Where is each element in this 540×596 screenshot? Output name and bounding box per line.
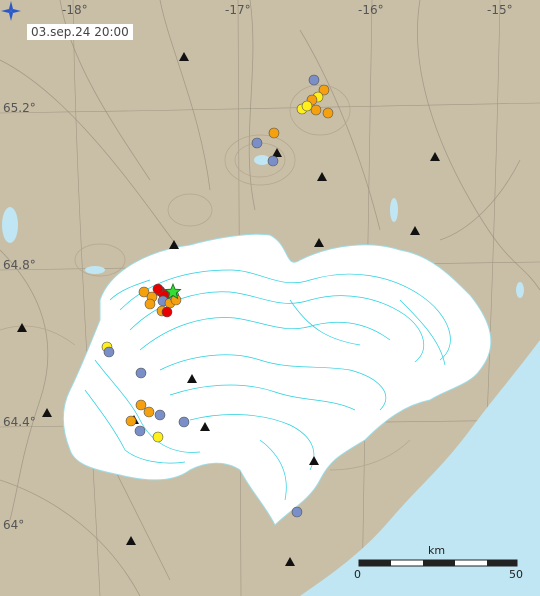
lat-label-64-8: 64.8° bbox=[3, 258, 36, 272]
earthquake-marker bbox=[251, 137, 263, 149]
timestamp: 03.sep.24 20:00 bbox=[27, 24, 133, 40]
earthquake-marker bbox=[103, 346, 115, 358]
earthquake-marker bbox=[161, 306, 173, 318]
earthquake-marker bbox=[154, 409, 166, 421]
lon-label-17: -17° bbox=[225, 3, 251, 17]
scale-bar bbox=[358, 559, 518, 567]
earthquake-marker bbox=[268, 127, 280, 139]
lat-label-64-4: 64.4° bbox=[3, 415, 36, 429]
earthquake-marker bbox=[125, 415, 137, 427]
lon-label-16: -16° bbox=[358, 3, 384, 17]
scale-end-label: 50 bbox=[509, 568, 523, 581]
earthquake-marker bbox=[143, 406, 155, 418]
earthquake-marker bbox=[144, 298, 156, 310]
scale-start-label: 0 bbox=[354, 568, 361, 581]
earthquake-map: 03.sep.24 20:00 -18° -17° -16° -15° 65.2… bbox=[0, 0, 540, 596]
earthquake-marker bbox=[301, 100, 313, 112]
map-canvas bbox=[0, 0, 540, 596]
earthquake-marker bbox=[152, 431, 164, 443]
earthquake-marker bbox=[178, 416, 190, 428]
earthquake-marker bbox=[135, 399, 147, 411]
lat-label-64: 64° bbox=[3, 518, 25, 532]
earthquake-marker bbox=[267, 155, 279, 167]
earthquake-marker bbox=[310, 104, 322, 116]
lon-label-18: -18° bbox=[62, 3, 88, 17]
earthquake-marker bbox=[134, 425, 146, 437]
earthquake-marker bbox=[308, 74, 320, 86]
lat-label-65-2: 65.2° bbox=[3, 101, 36, 115]
scale-unit-label: km bbox=[428, 544, 446, 557]
earthquake-marker bbox=[322, 107, 334, 119]
earthquake-marker bbox=[135, 367, 147, 379]
lon-label-15: -15° bbox=[487, 3, 513, 17]
earthquake-marker bbox=[152, 283, 164, 295]
compass-icon bbox=[1, 1, 21, 21]
earthquake-marker bbox=[291, 506, 303, 518]
